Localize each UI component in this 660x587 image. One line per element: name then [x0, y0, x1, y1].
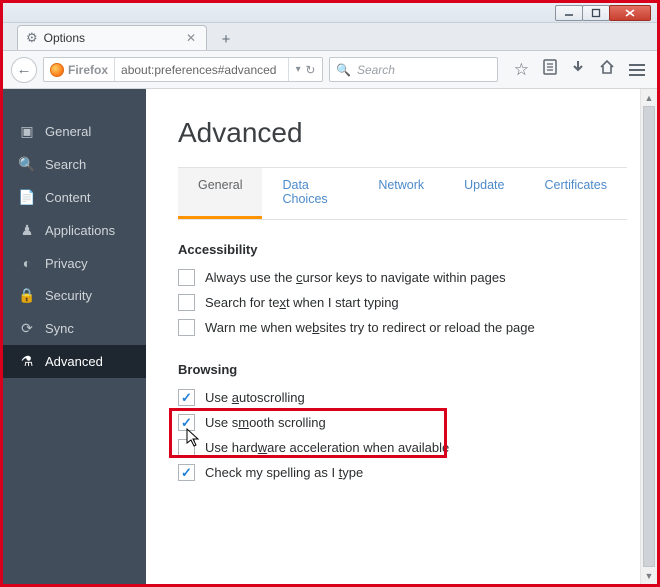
browsing-section: Browsing Use autoscrolling Use smooth scr… — [178, 362, 627, 485]
accessibility-option-2: Warn me when websites try to redirect or… — [178, 315, 627, 340]
sidebar-item-search[interactable]: 🔍 Search — [3, 148, 146, 181]
bookmark-star-icon[interactable]: ☆ — [514, 60, 529, 80]
sidebar-item-security[interactable]: 🔒 Security — [3, 279, 146, 312]
sidebar-item-sync[interactable]: ⟳ Sync — [3, 312, 146, 345]
sync-icon: ⟳ — [19, 320, 35, 337]
preferences-sidebar: ▣ General 🔍 Search 📄 Content ♟ Applications ◐ Pri… — [3, 89, 146, 584]
preferences-main: Advanced GeneralData ChoicesNetworkUpdat… — [146, 89, 657, 584]
accessibility-checkbox-0[interactable] — [178, 269, 195, 286]
search-icon: 🔍 — [336, 63, 351, 77]
sidebar-item-label: Sync — [45, 321, 74, 336]
browsing-checkbox-0[interactable] — [178, 389, 195, 406]
window-titlebar — [3, 3, 657, 23]
browsing-checkbox-1[interactable] — [178, 414, 195, 431]
browsing-option-1: Use smooth scrolling — [178, 410, 627, 435]
url-text: about:preferences#advanced — [115, 63, 288, 77]
search-bar[interactable]: 🔍 Search — [329, 57, 498, 82]
subtab-certificates[interactable]: Certificates — [524, 168, 627, 219]
window-minimize-button[interactable] — [555, 5, 583, 21]
browser-navbar: ← Firefox about:preferences#advanced ▾ ↻… — [3, 51, 657, 89]
accessibility-checkbox-1[interactable] — [178, 294, 195, 311]
accessibility-heading: Accessibility — [178, 242, 627, 257]
sidebar-item-general[interactable]: ▣ General — [3, 115, 146, 148]
subtab-network[interactable]: Network — [358, 168, 444, 219]
accessibility-checkbox-2[interactable] — [178, 319, 195, 336]
scroll-down-icon[interactable]: ▼ — [641, 567, 657, 584]
sidebar-item-label: Security — [45, 288, 92, 303]
security-icon: 🔒 — [19, 287, 35, 304]
page-title: Advanced — [178, 117, 627, 149]
sidebar-item-label: Privacy — [45, 256, 88, 271]
browsing-checkbox-2[interactable] — [178, 439, 195, 456]
sidebar-item-label: Search — [45, 157, 86, 172]
accessibility-label-2[interactable]: Warn me when websites try to redirect or… — [205, 320, 535, 335]
content-icon: 📄 — [19, 189, 35, 206]
firefox-icon — [50, 63, 64, 77]
general-icon: ▣ — [19, 123, 35, 140]
sidebar-item-advanced[interactable]: ⚗ Advanced — [3, 345, 146, 378]
browsing-heading: Browsing — [178, 362, 627, 377]
browsing-option-3: Check my spelling as I type — [178, 460, 627, 485]
new-tab-button[interactable]: + — [215, 28, 237, 50]
subtab-data-choices[interactable]: Data Choices — [262, 168, 358, 219]
accessibility-label-1[interactable]: Search for text when I start typing — [205, 295, 399, 310]
search-icon: 🔍 — [19, 156, 35, 173]
tab-close-icon[interactable]: ✕ — [184, 31, 198, 45]
accessibility-label-0[interactable]: Always use the cursor keys to navigate w… — [205, 270, 506, 285]
applications-icon: ♟ — [19, 222, 35, 239]
accessibility-option-1: Search for text when I start typing — [178, 290, 627, 315]
browser-tab-strip: ⚙ Options ✕ + — [3, 23, 657, 51]
subtab-update[interactable]: Update — [444, 168, 524, 219]
search-placeholder: Search — [357, 63, 395, 77]
advanced-icon: ⚗ — [19, 353, 35, 370]
browsing-label-1[interactable]: Use smooth scrolling — [205, 415, 326, 430]
accessibility-section: Accessibility Always use the cursor keys… — [178, 242, 627, 340]
vertical-scrollbar[interactable]: ▲ ▼ — [640, 89, 657, 584]
downloads-icon[interactable] — [571, 59, 585, 80]
sidebar-item-applications[interactable]: ♟ Applications — [3, 214, 146, 247]
privacy-icon: ◐ — [19, 255, 35, 271]
sidebar-item-privacy[interactable]: ◐ Privacy — [3, 247, 146, 279]
browsing-option-0: Use autoscrolling — [178, 385, 627, 410]
menu-icon[interactable] — [629, 64, 645, 76]
browser-tab-title: Options — [44, 31, 178, 45]
scrollbar-thumb[interactable] — [643, 106, 655, 567]
gear-icon: ⚙ — [26, 30, 38, 46]
scroll-up-icon[interactable]: ▲ — [641, 89, 657, 106]
subtab-general[interactable]: General — [178, 168, 262, 219]
reading-list-icon[interactable] — [543, 59, 557, 80]
identity-box[interactable]: Firefox — [44, 58, 115, 81]
browsing-label-0[interactable]: Use autoscrolling — [205, 390, 305, 405]
browsing-label-2[interactable]: Use hardware acceleration when available — [205, 440, 449, 455]
sidebar-item-label: Advanced — [45, 354, 103, 369]
sidebar-item-label: General — [45, 124, 91, 139]
browsing-label-3[interactable]: Check my spelling as I type — [205, 465, 363, 480]
browsing-option-2: Use hardware acceleration when available — [178, 435, 627, 460]
sidebar-item-content[interactable]: 📄 Content — [3, 181, 146, 214]
sidebar-item-label: Content — [45, 190, 91, 205]
browser-tab-options[interactable]: ⚙ Options ✕ — [17, 25, 207, 50]
accessibility-option-0: Always use the cursor keys to navigate w… — [178, 265, 627, 290]
browsing-checkbox-3[interactable] — [178, 464, 195, 481]
home-icon[interactable] — [599, 59, 615, 80]
url-bar[interactable]: Firefox about:preferences#advanced ▾ ↻ — [43, 57, 323, 82]
sidebar-item-label: Applications — [45, 223, 115, 238]
identity-label: Firefox — [68, 63, 108, 77]
window-maximize-button[interactable] — [582, 5, 610, 21]
window-close-button[interactable] — [609, 5, 651, 21]
advanced-subtabs: GeneralData ChoicesNetworkUpdateCertific… — [178, 167, 627, 220]
back-button[interactable]: ← — [11, 57, 37, 83]
go-reload-button[interactable]: ▾ ↻ — [288, 58, 322, 81]
